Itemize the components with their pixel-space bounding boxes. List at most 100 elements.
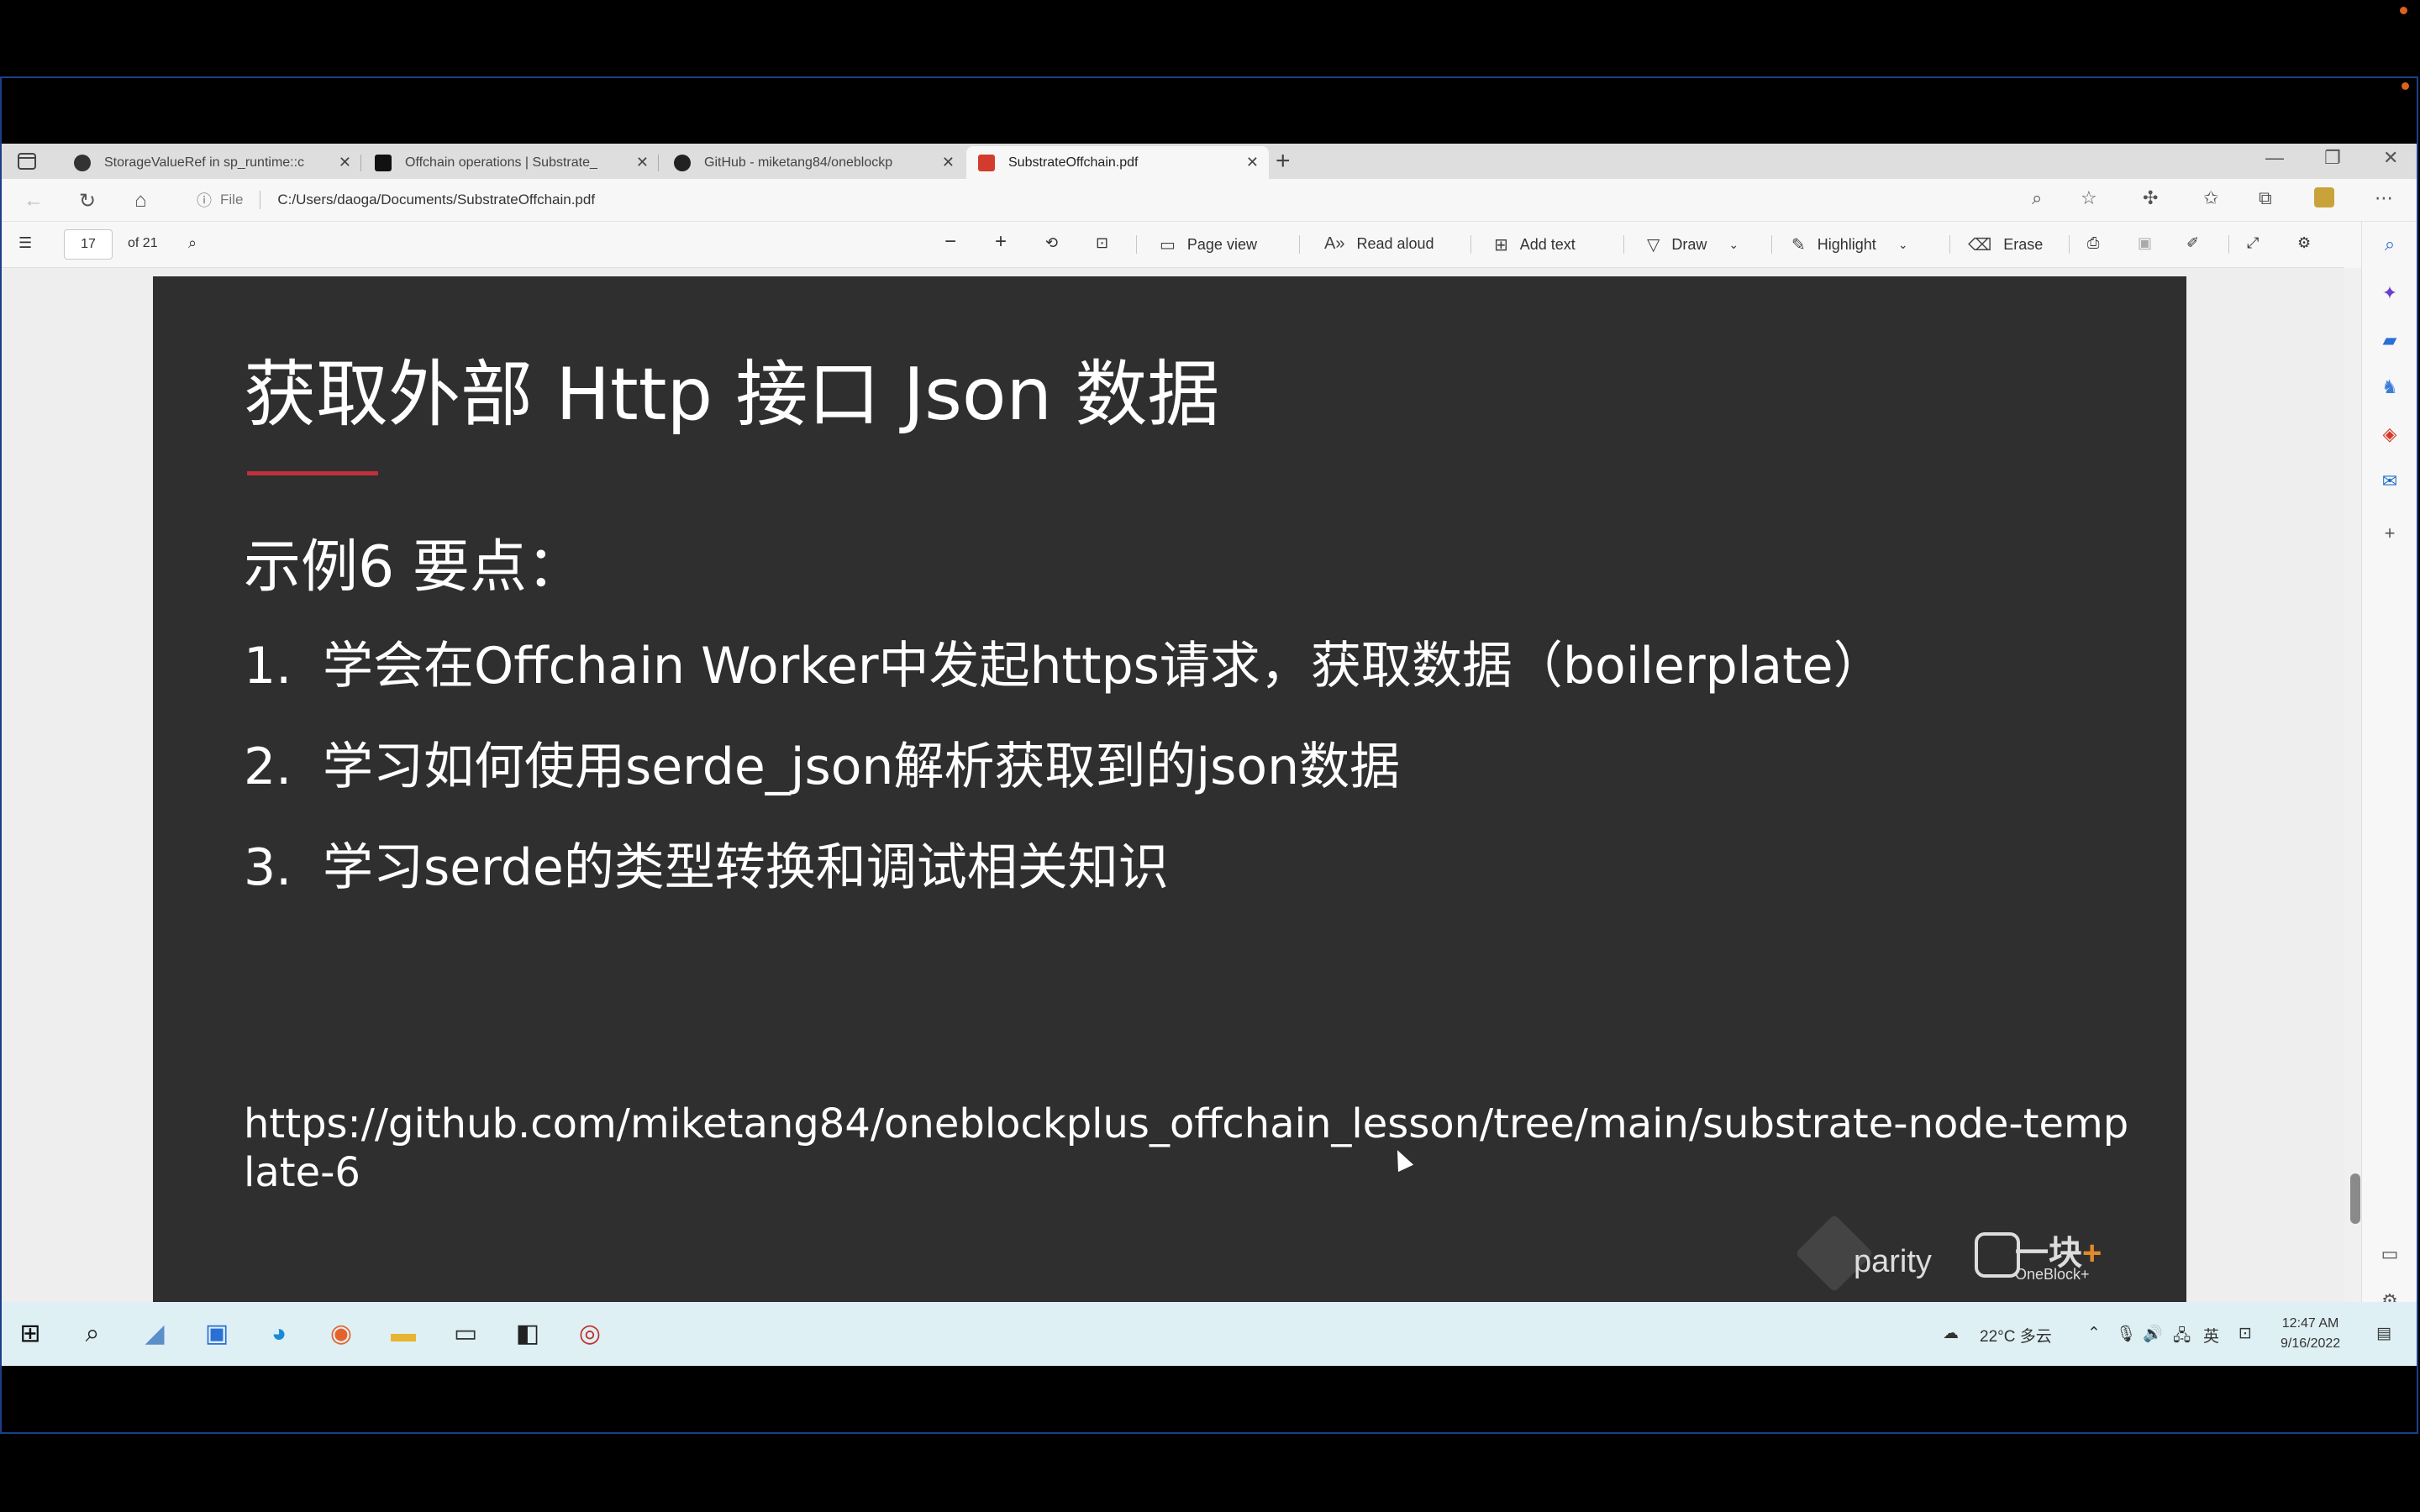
edge-browser-icon[interactable]: ◕ xyxy=(262,1317,296,1351)
collections-icon[interactable]: ⧉ xyxy=(2259,187,2272,209)
weather-text[interactable]: 22°C 多云 xyxy=(1980,1324,2052,1347)
search-icon[interactable]: ⌕ xyxy=(2379,234,2401,255)
firefox-icon[interactable]: ◉ xyxy=(324,1317,358,1351)
outlook-icon[interactable]: ✉ xyxy=(2379,470,2401,492)
erase-button[interactable]: ⌫ Erase xyxy=(1968,234,2043,255)
refresh-icon[interactable]: ↻ xyxy=(79,189,96,213)
tab-label: Offchain operations | Substrate_ xyxy=(405,155,597,170)
extensions-icon[interactable]: ✣ xyxy=(2143,187,2158,209)
zoom-icon[interactable]: ⌕ xyxy=(2032,187,2042,209)
microphone-icon[interactable]: 🎙 xyxy=(2116,1324,2136,1344)
search-icon[interactable]: ⌕ xyxy=(76,1317,109,1351)
slide-subtitle: 示例6 要点： xyxy=(244,534,584,601)
recorder-icon[interactable]: ◎ xyxy=(573,1317,607,1351)
favorites-icon[interactable]: ✩ xyxy=(2203,187,2218,209)
file-explorer-icon[interactable]: ▬ xyxy=(387,1317,420,1351)
pdf-document-area[interactable]: 获取外部 Http 接口 Json 数据 示例6 要点： 1. 学会在Offcha… xyxy=(2,268,2344,1302)
highlight-button[interactable]: ✎ Highlight ⌄ xyxy=(1791,234,1908,255)
clock-time: 12:47 AM xyxy=(2281,1316,2339,1331)
add-favorite-icon[interactable]: ☆ xyxy=(2081,187,2097,209)
office-icon[interactable]: ◈ xyxy=(2379,423,2401,445)
recording-indicator xyxy=(2400,7,2407,14)
windows-start-icon[interactable]: ⊞ xyxy=(13,1317,47,1351)
address-bar-row: ← ↻ ⌂ ⓘ File C:/Users/daoga/Documents/Su… xyxy=(2,179,2417,222)
close-tab-icon[interactable]: ✕ xyxy=(339,154,351,171)
url-text: C:/Users/daoga/Documents/SubstrateOffcha… xyxy=(277,192,596,207)
chevron-down-icon[interactable]: ⌄ xyxy=(1898,238,1908,252)
list-item: 2. 学习如何使用serde_json解析获取到的json数据 xyxy=(244,726,1400,799)
profile-avatar[interactable] xyxy=(2314,187,2334,207)
tab-storagevalueref[interactable]: StorageValueRef in sp_runtime::c ✕ xyxy=(62,146,361,179)
list-item: 3. 学习serde的类型转换和调试相关知识 xyxy=(244,827,1169,900)
vertical-scrollbar[interactable] xyxy=(2344,268,2361,1302)
store-icon[interactable]: ▣ xyxy=(200,1317,234,1351)
volume-icon[interactable]: 🔊 xyxy=(2143,1324,2163,1344)
tab-substrate-offchain-pdf[interactable]: SubstrateOffchain.pdf ✕ xyxy=(966,146,1269,179)
list-item-text: 学会在Offchain Worker中发起https请求，获取数据（boiler… xyxy=(323,637,1884,696)
zoom-out-icon[interactable]: − xyxy=(944,230,956,254)
settings-gear-icon[interactable]: ⚙ xyxy=(2297,234,2311,252)
minimize-icon[interactable]: — xyxy=(2265,147,2284,169)
home-icon[interactable]: ⌂ xyxy=(134,189,147,213)
fullscreen-icon[interactable]: ⤢ xyxy=(2247,234,2259,252)
pdf-icon xyxy=(978,154,995,171)
add-text-button[interactable]: ⊞ Add text xyxy=(1494,234,1576,255)
hide-sidebar-icon[interactable]: ▭ xyxy=(2379,1243,2401,1265)
print-icon[interactable]: ⎙ xyxy=(2087,234,2099,252)
add-text-icon: ⊞ xyxy=(1494,236,1508,255)
highlight-label: Highlight xyxy=(1817,236,1876,253)
discover-icon[interactable]: ✦ xyxy=(2379,282,2401,304)
tab-label: GitHub - miketang84/oneblockp xyxy=(704,155,893,170)
read-aloud-button[interactable]: A» Read aloud xyxy=(1324,234,1434,254)
games-icon[interactable]: ♞ xyxy=(2379,376,2401,398)
list-item-text: 学习serde的类型转换和调试相关知识 xyxy=(323,838,1169,897)
scrollbar-thumb[interactable] xyxy=(2350,1173,2360,1224)
draw-button[interactable]: ▽ Draw ⌄ xyxy=(1647,234,1739,255)
fit-page-icon[interactable]: ⊡ xyxy=(1096,234,1108,252)
weather-icon[interactable]: ☁ xyxy=(1943,1324,1959,1343)
list-item: 1. 学会在Offchain Worker中发起https请求，获取数据（boil… xyxy=(244,625,1884,698)
close-tab-icon[interactable]: ✕ xyxy=(1246,154,1259,171)
substrate-icon xyxy=(375,154,392,171)
sticky-notes-icon[interactable]: ◧ xyxy=(511,1317,544,1351)
add-sidebar-app-icon[interactable]: + xyxy=(2379,522,2401,544)
page-view-button[interactable]: ▭ Page view xyxy=(1160,234,1257,255)
info-icon: ⓘ xyxy=(197,192,212,209)
more-icon[interactable]: ⋯ xyxy=(2375,187,2393,209)
windows-taskbar: ⊞ ⌕ ◢ ▣ ◕ ◉ ▬ ▭ ◧ ◎ ☁ 22°C 多云 ⌃ 🎙 🔊 🖧 英 … xyxy=(2,1302,2417,1366)
slide-title: 获取外部 Http 接口 Json 数据 xyxy=(244,353,1220,437)
back-icon[interactable]: ← xyxy=(24,189,44,213)
save-as-icon[interactable]: ✐ xyxy=(2186,234,2199,252)
tab-label: SubstrateOffchain.pdf xyxy=(1008,155,1139,170)
terminal-icon[interactable]: ▭ xyxy=(449,1317,482,1351)
search-icon[interactable]: ⌕ xyxy=(188,234,197,252)
close-tab-icon[interactable]: ✕ xyxy=(636,154,649,171)
chevron-up-icon[interactable]: ⌃ xyxy=(2087,1324,2101,1343)
network-icon[interactable]: 🖧 xyxy=(2173,1324,2191,1351)
tab-actions-icon[interactable] xyxy=(17,152,37,171)
tab-label: StorageValueRef in sp_runtime::c xyxy=(104,155,305,170)
tab-offchain-operations[interactable]: Offchain operations | Substrate_ ✕ xyxy=(363,146,659,179)
tab-github[interactable]: GitHub - miketang84/oneblockp ✕ xyxy=(662,146,965,179)
restore-icon[interactable]: ❐ xyxy=(2324,147,2341,169)
tools-icon[interactable]: ▰ xyxy=(2379,329,2401,351)
zoom-in-icon[interactable]: + xyxy=(995,230,1007,254)
edge-sidebar: ⌕ ✦ ▰ ♞ ◈ ✉ + ▭ ⚙ xyxy=(2361,222,2417,1311)
notification-icon[interactable]: ▤ xyxy=(2376,1324,2391,1343)
close-window-icon[interactable]: ✕ xyxy=(2383,147,2398,169)
page-number-input[interactable]: 17 xyxy=(64,229,113,260)
list-item-number: 3. xyxy=(244,838,292,897)
new-tab-icon[interactable]: + xyxy=(1276,147,1291,176)
ime-indicator[interactable]: 英 xyxy=(2203,1324,2219,1347)
chevron-down-icon[interactable]: ⌄ xyxy=(1728,238,1739,252)
close-tab-icon[interactable]: ✕ xyxy=(942,154,955,171)
app-icon[interactable]: ◢ xyxy=(138,1317,171,1351)
contents-icon[interactable]: ☰ xyxy=(18,234,32,252)
ime-mode-icon[interactable]: ⊡ xyxy=(2238,1324,2252,1343)
repository-link[interactable]: https://github.com/miketang84/oneblockpl… xyxy=(244,1100,2134,1197)
system-clock[interactable]: 12:47 AM 9/16/2022 xyxy=(2281,1314,2340,1354)
address-input[interactable]: ⓘ File C:/Users/daoga/Documents/Substrat… xyxy=(197,184,1995,216)
save-icon[interactable]: ▣ xyxy=(2138,234,2152,252)
rotate-icon[interactable]: ⟲ xyxy=(1045,234,1058,252)
parity-logo-text: parity xyxy=(1854,1244,1932,1279)
